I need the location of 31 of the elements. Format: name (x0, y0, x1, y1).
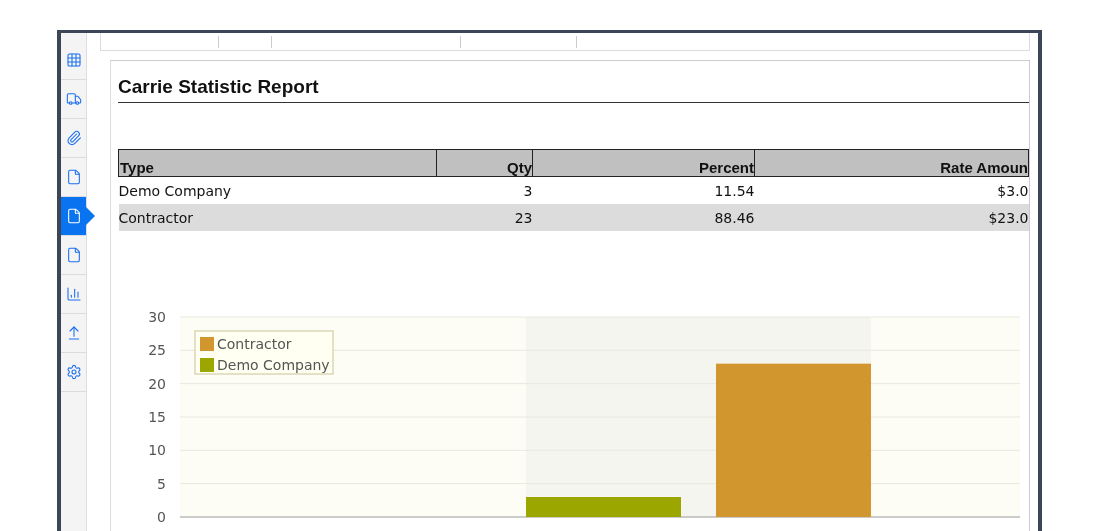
legend-label: Contractor (217, 336, 292, 352)
grid-icon (65, 52, 82, 68)
settings-icon (65, 364, 82, 380)
y-tick-label: 15 (148, 409, 166, 425)
file-icon (65, 169, 82, 185)
table-cell: 23 (436, 204, 533, 231)
paperclip-icon (65, 130, 82, 146)
y-tick-label: 25 (148, 342, 166, 359)
bar-chart-icon (65, 286, 82, 302)
report-title: Carrie Statistic Report (118, 61, 1029, 103)
table-cell: $3.0 (754, 176, 1029, 204)
y-tick-label: 0 (157, 509, 166, 525)
table-cell: Demo Company (118, 176, 437, 204)
column-header: Rate Amoun (754, 149, 1029, 177)
column-header: Qty (436, 149, 533, 177)
column-header: Percent (532, 149, 755, 177)
table-cell: Contractor (118, 204, 437, 231)
legend-label: Demo Company (217, 357, 330, 373)
truck-icon (65, 91, 82, 107)
table-cell: $23.0 (754, 204, 1029, 231)
selection-pointer (86, 207, 95, 225)
y-tick-label: 20 (148, 375, 166, 392)
y-tick-label: 5 (157, 475, 166, 492)
table-cell: 3 (436, 176, 533, 204)
table-cell: 11.54 (532, 176, 755, 204)
y-tick-label: 30 (148, 311, 166, 325)
table-cell: 88.46 (532, 204, 755, 231)
y-tick-label: 10 (148, 442, 166, 459)
file-icon (65, 247, 82, 263)
column-header: Type (118, 149, 437, 177)
file-icon (65, 208, 82, 224)
